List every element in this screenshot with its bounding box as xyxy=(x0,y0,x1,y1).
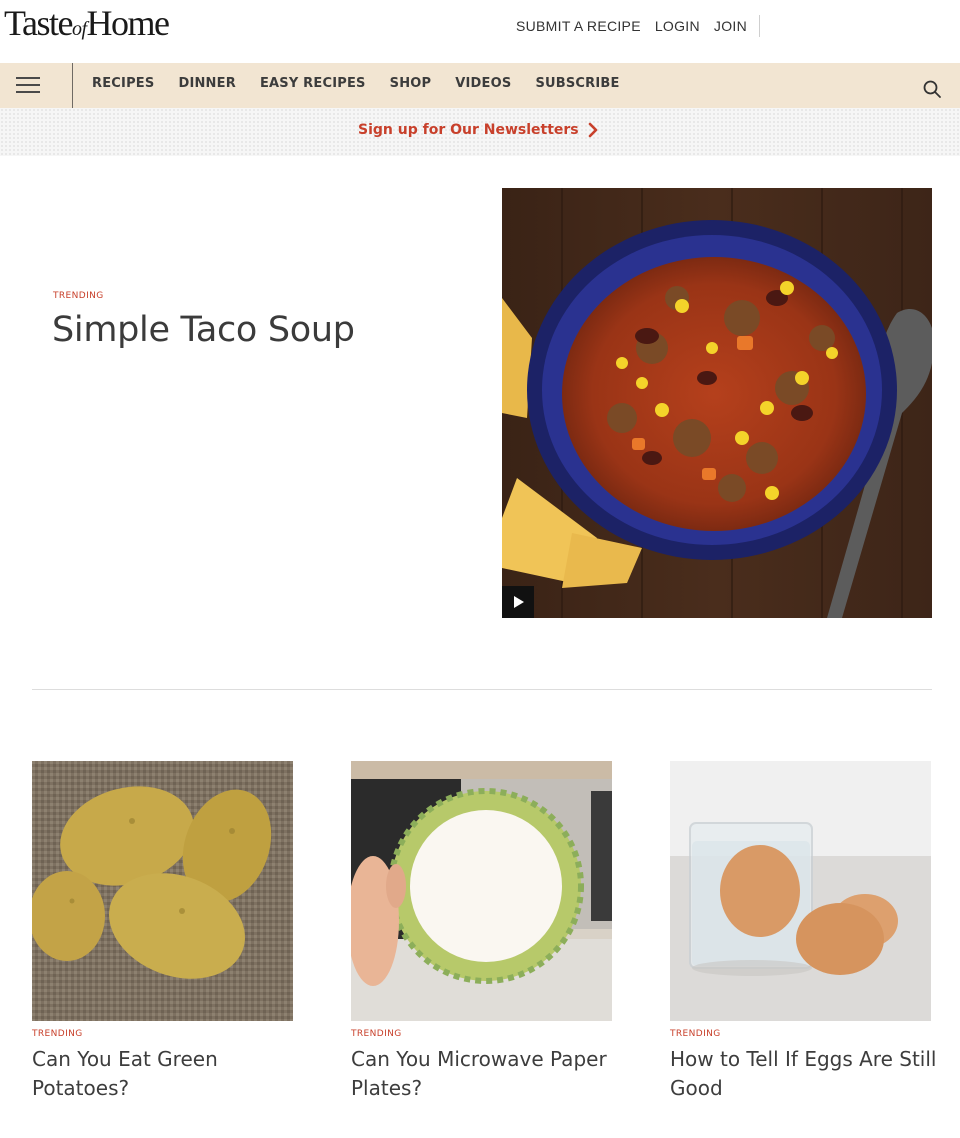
section-divider xyxy=(32,689,932,690)
hamburger-icon[interactable] xyxy=(16,77,40,94)
card-2-kicker: TRENDING xyxy=(351,1029,402,1039)
nav-item-easy-recipes[interactable]: EASY RECIPES xyxy=(260,76,366,91)
logo-of: of xyxy=(71,18,87,40)
chevron-right-icon xyxy=(588,122,597,138)
nav-item-dinner[interactable]: DINNER xyxy=(178,76,235,91)
newsletter-label: Sign up for Our Newsletters xyxy=(358,122,579,138)
newsletter-signup-link[interactable]: Sign up for Our Newsletters xyxy=(358,122,598,138)
submit-recipe-link[interactable]: SUBMIT A RECIPE xyxy=(516,18,641,34)
card-1-kicker: TRENDING xyxy=(32,1029,83,1039)
hero-title[interactable]: Simple Taco Soup xyxy=(52,310,355,350)
newsletter-banner: Sign up for Our Newsletters xyxy=(0,108,960,156)
card-3-title[interactable]: How to Tell If Eggs Are Still Good xyxy=(670,1045,940,1103)
site-header: TasteofHome SUBMIT A RECIPE LOGIN JOIN xyxy=(0,0,960,63)
nav-menu: RECIPES DINNER EASY RECIPES SHOP VIDEOS … xyxy=(92,76,644,91)
nav-item-shop[interactable]: SHOP xyxy=(390,76,432,91)
header-divider xyxy=(759,15,761,37)
paper-plate-image[interactable] xyxy=(351,761,612,1021)
play-button[interactable] xyxy=(502,586,534,618)
main-nav: RECIPES DINNER EASY RECIPES SHOP VIDEOS … xyxy=(0,63,960,108)
nav-item-subscribe[interactable]: SUBSCRIBE xyxy=(535,76,619,91)
card-1-title[interactable]: Can You Eat Green Potatoes? xyxy=(32,1045,302,1103)
hero-kicker: TRENDING xyxy=(53,291,104,301)
card-2-title[interactable]: Can You Microwave Paper Plates? xyxy=(351,1045,621,1103)
account-links: SUBMIT A RECIPE LOGIN JOIN xyxy=(516,15,761,37)
card-3-kicker: TRENDING xyxy=(670,1029,721,1039)
taco-soup-image[interactable] xyxy=(502,188,932,618)
play-icon xyxy=(514,596,524,608)
logo-taste: Taste xyxy=(4,3,73,43)
eggs-in-water-image[interactable] xyxy=(670,761,931,1021)
login-link[interactable]: LOGIN xyxy=(655,18,700,34)
join-link[interactable]: JOIN xyxy=(714,18,747,34)
green-potatoes-image[interactable] xyxy=(32,761,293,1021)
nav-item-recipes[interactable]: RECIPES xyxy=(92,76,154,91)
logo-home: Home xyxy=(86,3,170,43)
nav-item-videos[interactable]: VIDEOS xyxy=(455,76,511,91)
site-logo[interactable]: TasteofHome xyxy=(4,2,170,44)
search-icon[interactable] xyxy=(922,79,942,99)
nav-divider xyxy=(72,63,73,108)
